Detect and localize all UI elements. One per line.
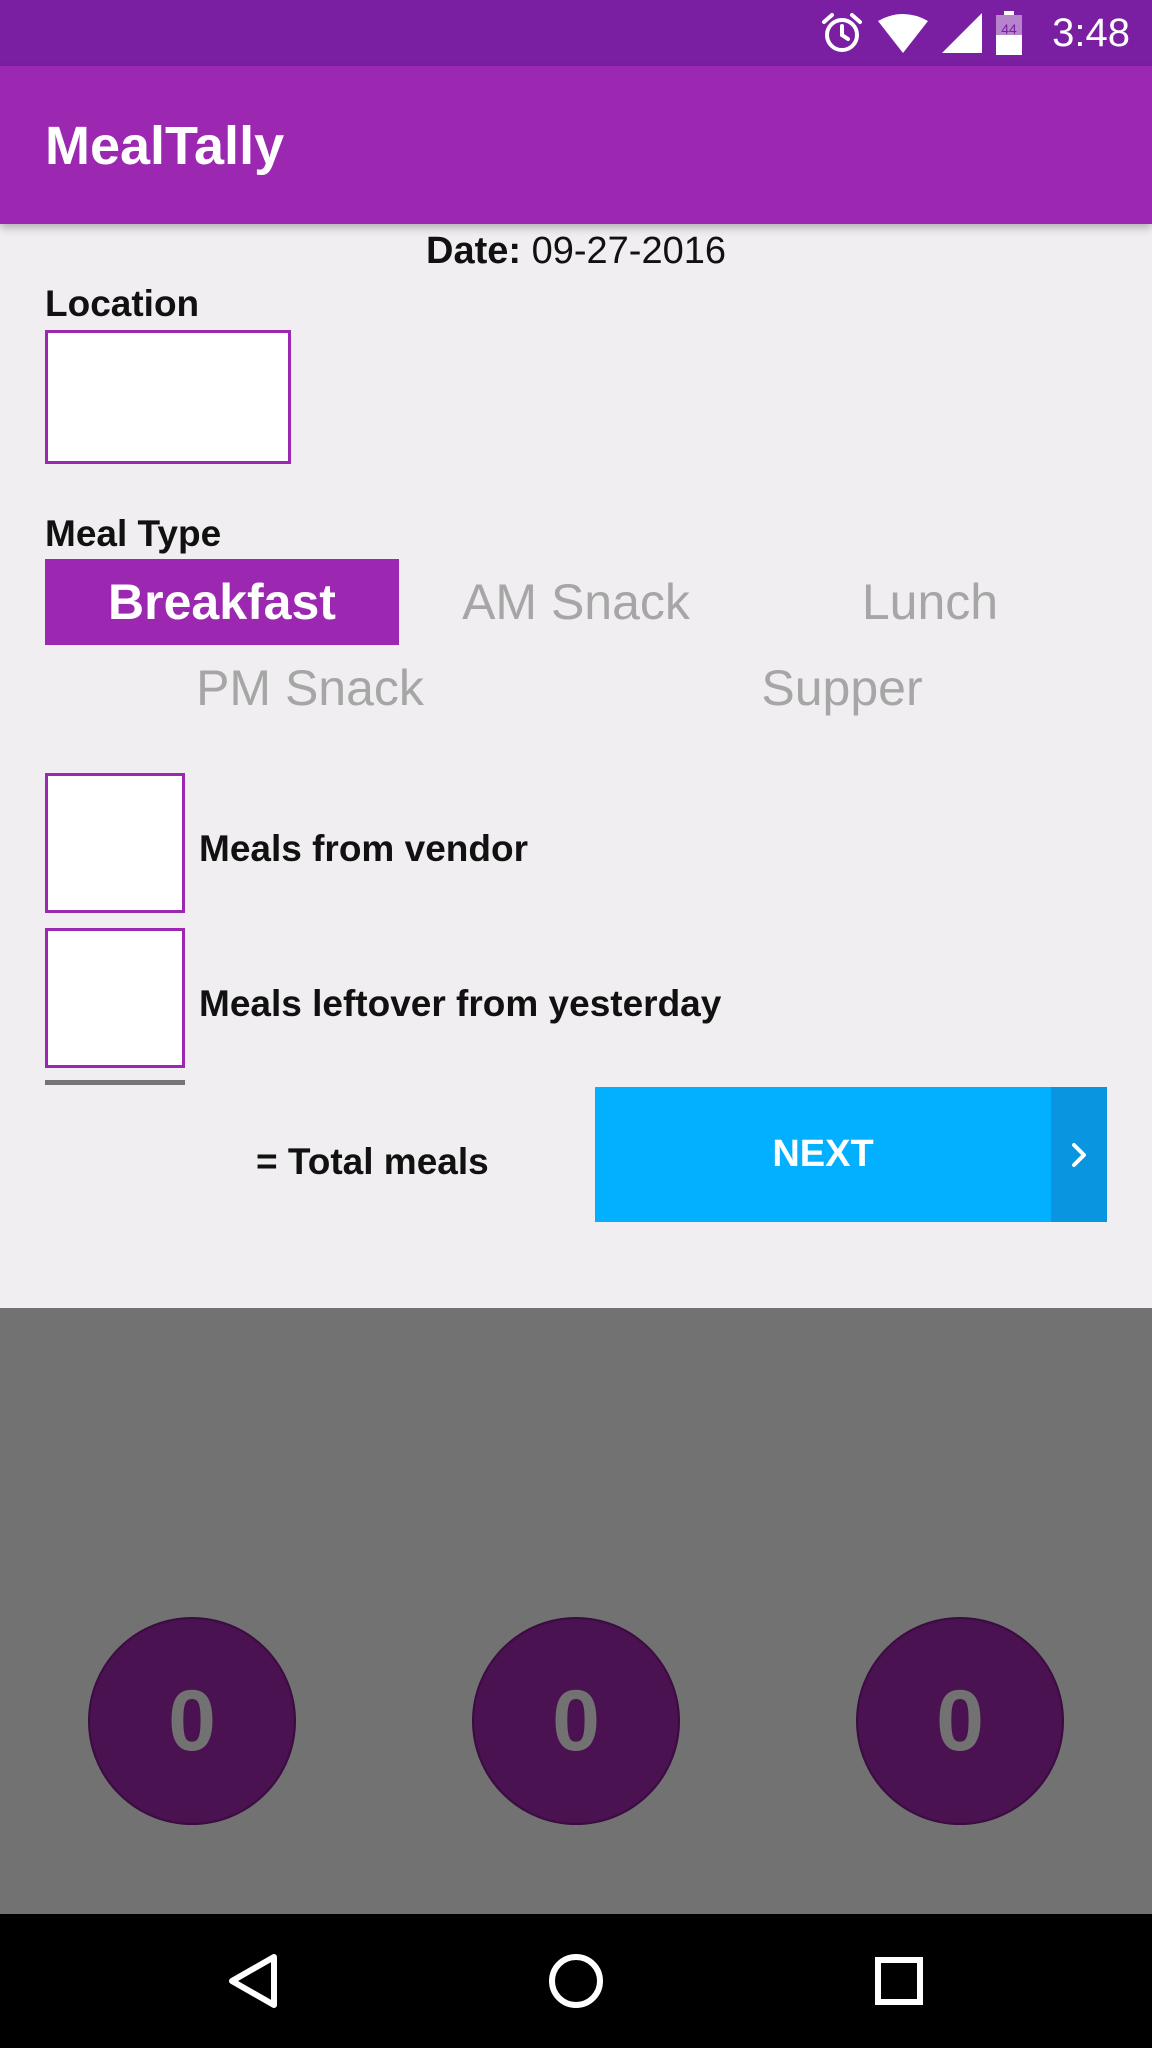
alarm-icon: [820, 11, 864, 55]
meal-option-supper[interactable]: Supper: [577, 645, 1107, 731]
meal-option-lunch[interactable]: Lunch: [753, 559, 1107, 645]
date-row: Date: 09-27-2016: [0, 228, 1152, 274]
date-value: 09-27-2016: [531, 230, 726, 272]
location-label: Location: [45, 283, 200, 324]
counter-vendor: 0: [88, 1617, 296, 1825]
navigation-bar: [0, 1914, 1152, 2048]
meal-option-breakfast[interactable]: Breakfast: [45, 559, 399, 645]
wifi-icon: [878, 13, 928, 53]
leftover-meals-input[interactable]: [45, 928, 185, 1068]
app-bar: MealTally: [0, 66, 1152, 224]
meal-option-am-snack[interactable]: AM Snack: [399, 559, 753, 645]
counter-total: 0: [856, 1617, 1064, 1825]
back-icon[interactable]: [193, 1914, 313, 2048]
app-title: MealTally: [45, 116, 285, 176]
battery-level: 44: [1001, 21, 1017, 37]
next-button-label: NEXT: [772, 1133, 874, 1175]
status-bar: 44 3:48: [0, 0, 1152, 66]
meal-type-label: Meal Type: [45, 513, 222, 554]
date-label: Date:: [426, 230, 522, 272]
location-input[interactable]: [45, 330, 291, 464]
signal-icon: [942, 13, 982, 53]
counter-leftover: 0: [472, 1617, 680, 1825]
leftover-meals-label: Meals leftover from yesterday: [199, 983, 722, 1024]
battery-icon: 44: [996, 11, 1022, 55]
total-divider: [45, 1080, 185, 1085]
meal-option-pm-snack[interactable]: PM Snack: [45, 645, 575, 731]
status-icons: 44: [820, 10, 1022, 56]
next-button[interactable]: NEXT: [595, 1087, 1107, 1222]
status-time: 3:48: [1052, 11, 1130, 55]
vendor-meals-input[interactable]: [45, 773, 185, 913]
vendor-meals-label: Meals from vendor: [199, 828, 528, 869]
chevron-right-icon: [1051, 1087, 1107, 1222]
home-icon[interactable]: [516, 1914, 636, 2048]
total-meals-label: = Total meals: [256, 1141, 489, 1182]
recents-icon[interactable]: [839, 1914, 959, 2048]
